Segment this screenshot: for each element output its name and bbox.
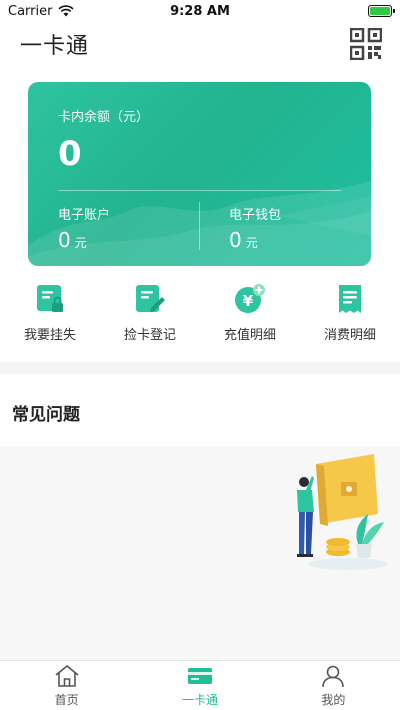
consumption-detail-button[interactable]: 消费明细 (300, 282, 400, 352)
card-icon (187, 667, 212, 684)
electronic-wallet-amount: 0 (229, 228, 242, 252)
tab-card-label: 一卡通 (181, 692, 218, 707)
found-card-register-button[interactable]: 捡卡登记 (100, 282, 200, 352)
empty-state-illustration (297, 454, 388, 570)
tab-home-label: 首页 (54, 692, 79, 707)
electronic-account-value: 0元 (58, 228, 87, 252)
qr-code-icon[interactable] (350, 28, 382, 60)
consumption-detail-label: 消费明细 (323, 328, 376, 343)
balance-card[interactable]: 卡内余额（元） 0 电子账户 0元 电子钱包 0元 (28, 82, 371, 266)
electronic-wallet-unit: 元 (245, 236, 258, 250)
electronic-wallet-value: 0元 (229, 228, 258, 252)
recharge-detail-icon: ¥ (235, 284, 265, 313)
balance-label: 卡内余额（元） (58, 110, 150, 125)
electronic-account-amount: 0 (58, 228, 71, 252)
page-title: 一卡通 (20, 34, 90, 59)
carrier-label: Carrier (8, 3, 53, 19)
wifi-icon (58, 5, 75, 17)
battery-icon (368, 5, 395, 17)
home-icon (55, 664, 79, 687)
found-card-register-label: 捡卡登记 (123, 328, 176, 343)
svg-text:¥: ¥ (243, 292, 254, 310)
tab-profile-label: 我的 (321, 692, 346, 707)
status-bar: Carrier 9:28 AM (0, 0, 400, 22)
card-divider (58, 190, 341, 191)
recharge-detail-button[interactable]: ¥ 充值明细 (200, 282, 300, 352)
tab-home[interactable]: 首页 (0, 661, 133, 710)
recharge-detail-label: 充值明细 (223, 328, 276, 343)
quick-actions: 我要挂失 捡卡登记 ¥ 充值明细 消费明细 (0, 282, 400, 352)
report-loss-icon (37, 285, 63, 312)
faq-section-title: 常见问题 (12, 405, 80, 425)
profile-icon (322, 665, 345, 687)
report-loss-label: 我要挂失 (23, 328, 76, 343)
balance-value: 0 (58, 134, 82, 174)
electronic-wallet-label: 电子钱包 (229, 208, 282, 223)
section-separator (0, 362, 400, 374)
status-left: Carrier (8, 4, 138, 19)
consumption-detail-icon (339, 285, 361, 313)
tab-profile[interactable]: 我的 (267, 661, 400, 710)
status-right (262, 5, 395, 17)
nav-bar: 一卡通 (0, 22, 400, 66)
found-card-register-icon (136, 285, 165, 312)
card-divider-vertical (199, 202, 200, 250)
electronic-account-label: 电子账户 (58, 208, 111, 223)
report-loss-button[interactable]: 我要挂失 (0, 282, 100, 352)
electronic-account-unit: 元 (74, 236, 87, 250)
status-time: 9:28 AM (170, 3, 230, 19)
tab-card[interactable]: 一卡通 (133, 661, 266, 710)
bottom-tab-bar: 首页 一卡通 我的 (0, 660, 400, 710)
